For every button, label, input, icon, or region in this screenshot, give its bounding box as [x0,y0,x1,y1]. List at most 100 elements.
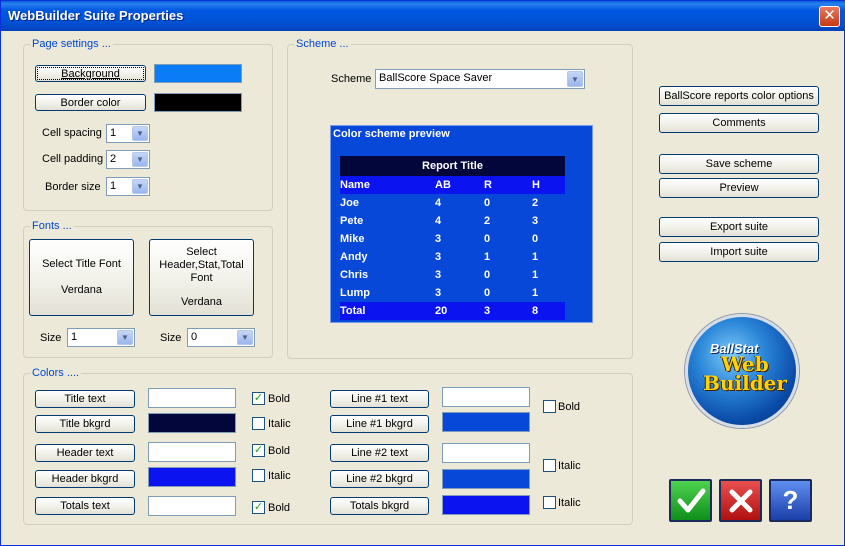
save-scheme-button[interactable]: Save scheme [659,154,819,174]
table-cell: 1 [532,269,539,281]
background-button[interactable]: Background [35,65,146,82]
line-bold-checkbox[interactable] [543,400,556,413]
properties-window: WebBuilder Suite Properties ✕ Page setti… [0,0,845,546]
select-header-font-button[interactable]: Select Header,Stat,Total Font Verdana [149,239,254,316]
line-italic-checkbox[interactable] [543,459,556,472]
chevron-down-icon[interactable]: ▼ [132,152,148,167]
totals-bold-checkbox[interactable]: ✓ [252,501,265,514]
preview-button[interactable]: Preview [659,178,819,198]
chevron-down-icon[interactable]: ▼ [132,126,148,141]
cell-spacing-select[interactable]: 1 ▼ [106,124,150,143]
table-cell: 0 [532,233,539,245]
table-cell: 3 [435,251,442,263]
table-row: Chris 3 0 1 [340,266,565,284]
totals-bkgrd-button[interactable]: Totals bkgrd [330,497,429,515]
help-button[interactable]: ? [769,479,812,522]
line2-bkgrd-swatch[interactable] [442,469,530,489]
import-suite-button[interactable]: Import suite [659,242,819,262]
line1-text-swatch[interactable] [442,387,530,407]
window-title: WebBuilder Suite Properties [8,8,184,23]
header-size-select[interactable]: 0 ▼ [187,328,255,347]
table-cell: 0 [484,197,491,209]
table-row: Joe 4 0 2 [340,194,565,212]
table-cell: 4 [435,197,442,209]
title-bar: WebBuilder Suite Properties ✕ [1,1,845,31]
totals-bold-label: Bold [268,502,291,514]
header-italic-label: Italic [268,470,291,482]
header-bkgrd-swatch[interactable] [148,467,236,487]
line2-text-swatch[interactable] [442,443,530,463]
title-text-button[interactable]: Title text [35,390,135,408]
header-font-button-label: Select Header,Stat,Total Font [159,246,244,284]
table-cell: 4 [435,215,442,227]
export-suite-button[interactable]: Export suite [659,217,819,237]
cell-spacing-value: 1 [110,127,117,139]
check-icon [677,488,705,512]
chevron-down-icon[interactable]: ▼ [567,71,583,87]
table-row: Lump 3 0 1 [340,284,565,302]
cancel-button[interactable] [719,479,762,522]
totals-text-swatch[interactable] [148,496,236,516]
table-cell: 2 [532,197,539,209]
title-bold-checkbox[interactable]: ✓ [252,392,265,405]
line1-bkgrd-swatch[interactable] [442,412,530,432]
border-color-swatch[interactable] [154,93,242,112]
total-cell: 3 [484,305,491,317]
line-bold-label: Bold [558,401,581,413]
header-size-value: 0 [191,331,198,343]
line1-bkgrd-button[interactable]: Line #1 bkgrd [330,415,429,433]
close-button[interactable]: ✕ [819,6,840,27]
header-bkgrd-button[interactable]: Header bkgrd [35,470,135,488]
header-font-name: Verdana [181,296,222,308]
totals-italic-checkbox[interactable] [543,496,556,509]
scheme-select[interactable]: BallScore Space Saver ▼ [375,69,585,89]
color-scheme-preview: Color scheme preview Report Title Name A… [330,125,593,323]
border-size-select[interactable]: 1 ▼ [106,177,150,196]
scheme-group-label: Scheme ... [294,38,351,50]
scheme-value: BallScore Space Saver [379,72,493,84]
ok-button[interactable] [669,479,712,522]
background-swatch[interactable] [154,64,242,83]
chevron-down-icon[interactable]: ▼ [117,330,133,345]
table-cell: 3 [435,233,442,245]
totals-text-button[interactable]: Totals text [35,497,135,515]
comments-button[interactable]: Comments [659,113,819,133]
title-size-select[interactable]: 1 ▼ [67,328,135,347]
title-bkgrd-swatch[interactable] [148,413,236,433]
colors-label: Colors .... [30,367,82,379]
border-size-label: Border size [45,181,101,193]
title-italic-checkbox[interactable] [252,417,265,430]
cell-padding-select[interactable]: 2 ▼ [106,150,150,169]
total-cell: 8 [532,305,539,317]
title-font-button-label: Select Title Font [42,258,121,270]
preview-title: Color scheme preview [333,128,450,140]
totals-bkgrd-swatch[interactable] [442,495,530,515]
chevron-down-icon[interactable]: ▼ [237,330,253,345]
table-cell: Chris [340,269,369,281]
ballscore-color-options-button[interactable]: BallScore reports color options [659,86,819,106]
header-bold-checkbox[interactable]: ✓ [252,444,265,457]
header-size-label: Size [160,332,182,344]
title-font-name: Verdana [61,284,102,296]
totals-italic-label: Italic [558,497,581,509]
preview-table: Report Title Name AB R H Joe 4 0 2 Pete … [340,156,565,320]
header-text-button[interactable]: Header text [35,444,135,462]
table-cell: 0 [484,233,491,245]
select-title-font-button[interactable]: Select Title Font Verdana [29,239,134,316]
chevron-down-icon[interactable]: ▼ [132,179,148,194]
line2-bkgrd-button[interactable]: Line #2 bkgrd [330,470,429,488]
title-bold-label: Bold [268,393,291,405]
title-size-label: Size [40,332,62,344]
table-cell: Andy [340,251,368,263]
line2-text-button[interactable]: Line #2 text [330,444,429,462]
line1-text-button[interactable]: Line #1 text [330,390,429,408]
header-text-swatch[interactable] [148,442,236,462]
title-size-value: 1 [71,331,78,343]
table-cell: 3 [435,287,442,299]
header-italic-checkbox[interactable] [252,469,265,482]
column-header: Name [340,179,370,191]
title-text-swatch[interactable] [148,388,236,408]
title-bkgrd-button[interactable]: Title bkgrd [35,415,135,433]
table-cell: 1 [484,251,491,263]
border-color-button[interactable]: Border color [35,94,146,111]
